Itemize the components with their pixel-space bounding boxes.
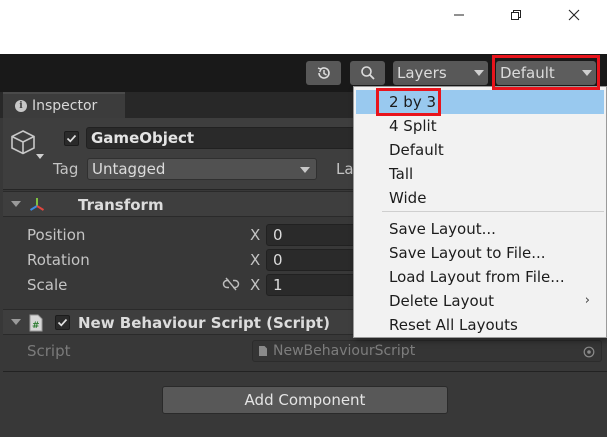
menu-item-save-layout[interactable]: Save Layout... (356, 217, 604, 241)
scale-x-input[interactable]: 1 (266, 274, 361, 296)
search-icon (360, 66, 375, 80)
maximize-button[interactable] (493, 0, 539, 30)
menu-item-tall[interactable]: Tall (356, 162, 604, 186)
foldout-arrow-icon[interactable] (11, 319, 21, 325)
script-object-field: NewBehaviourScript (252, 340, 602, 362)
chevron-down-icon (300, 167, 310, 173)
menu-item-default[interactable]: Default (356, 138, 604, 162)
add-component-button[interactable]: Add Component (162, 386, 448, 414)
close-icon (568, 9, 580, 21)
menu-item-save-layout-to-file[interactable]: Save Layout to File... (356, 241, 604, 265)
layout-dropdown-menu: 2 by 3 4 Split Default Tall Wide Save La… (353, 86, 607, 338)
gameobject-icon-button[interactable] (9, 128, 37, 160)
script-object-value: NewBehaviourScript (273, 343, 416, 359)
layers-dropdown[interactable]: Layers (393, 61, 488, 85)
position-x-input[interactable]: 0 (266, 224, 361, 246)
menu-item-reset-all-layouts[interactable]: Reset All Layouts (356, 313, 604, 337)
layers-dropdown-label: Layers (397, 64, 447, 82)
position-x-label[interactable]: X (250, 226, 260, 244)
script-label: Script (27, 342, 71, 360)
script-file-icon: # (29, 314, 43, 332)
minimize-button[interactable] (436, 0, 482, 30)
highlight-box-2-by-3 (376, 88, 441, 116)
tab-inspector-label: Inspector (32, 98, 98, 114)
script-file-icon (259, 346, 267, 356)
menu-item-load-layout-from-file[interactable]: Load Layout from File... (356, 265, 604, 289)
transform-icon (29, 198, 45, 211)
transform-title: Transform (78, 196, 164, 214)
active-checkbox[interactable] (64, 131, 79, 146)
restore-icon (511, 10, 521, 20)
window-title-bar (0, 0, 607, 54)
highlight-box-layout-dropdown (492, 55, 600, 90)
divider (3, 371, 607, 372)
tag-label: Tag (53, 160, 79, 178)
rotation-label: Rotation (27, 251, 90, 269)
info-icon: i (15, 100, 27, 112)
minimize-icon (454, 14, 464, 16)
menu-separator (382, 211, 604, 212)
checkmark-icon (57, 318, 68, 327)
cube-icon (11, 130, 35, 155)
rotation-x-input[interactable]: 0 (266, 249, 361, 271)
script-enabled-checkbox[interactable] (55, 315, 70, 330)
menu-item-wide[interactable]: Wide (356, 186, 604, 210)
chevron-down-icon[interactable] (36, 154, 44, 159)
tag-dropdown[interactable]: Untagged (87, 158, 317, 180)
gameobject-name-input[interactable]: GameObject (86, 127, 366, 149)
layer-label: La (336, 160, 354, 178)
tab-inspector[interactable]: i Inspector (3, 92, 125, 118)
script-component-title: New Behaviour Script (Script) (78, 314, 330, 332)
close-button[interactable] (551, 0, 597, 30)
menu-item-delete-layout[interactable]: Delete Layout › (356, 289, 604, 313)
rotation-x-label[interactable]: X (250, 251, 260, 269)
menu-item-delete-layout-label: Delete Layout (389, 292, 495, 310)
chevron-down-icon (474, 70, 484, 76)
chevron-right-icon: › (584, 293, 590, 308)
unlink-icon[interactable] (222, 277, 240, 291)
position-label: Position (27, 226, 86, 244)
foldout-arrow-icon[interactable] (11, 201, 21, 207)
scale-label: Scale (27, 276, 68, 294)
object-picker-icon[interactable] (583, 346, 595, 358)
undo-history-button[interactable] (306, 61, 341, 85)
checkmark-icon (66, 134, 77, 143)
svg-text:#: # (32, 321, 40, 331)
menu-item-4-split[interactable]: 4 Split (356, 114, 604, 138)
search-button[interactable] (350, 61, 385, 85)
tag-dropdown-value: Untagged (92, 160, 166, 178)
scale-x-label[interactable]: X (250, 276, 260, 294)
history-icon (317, 67, 330, 79)
